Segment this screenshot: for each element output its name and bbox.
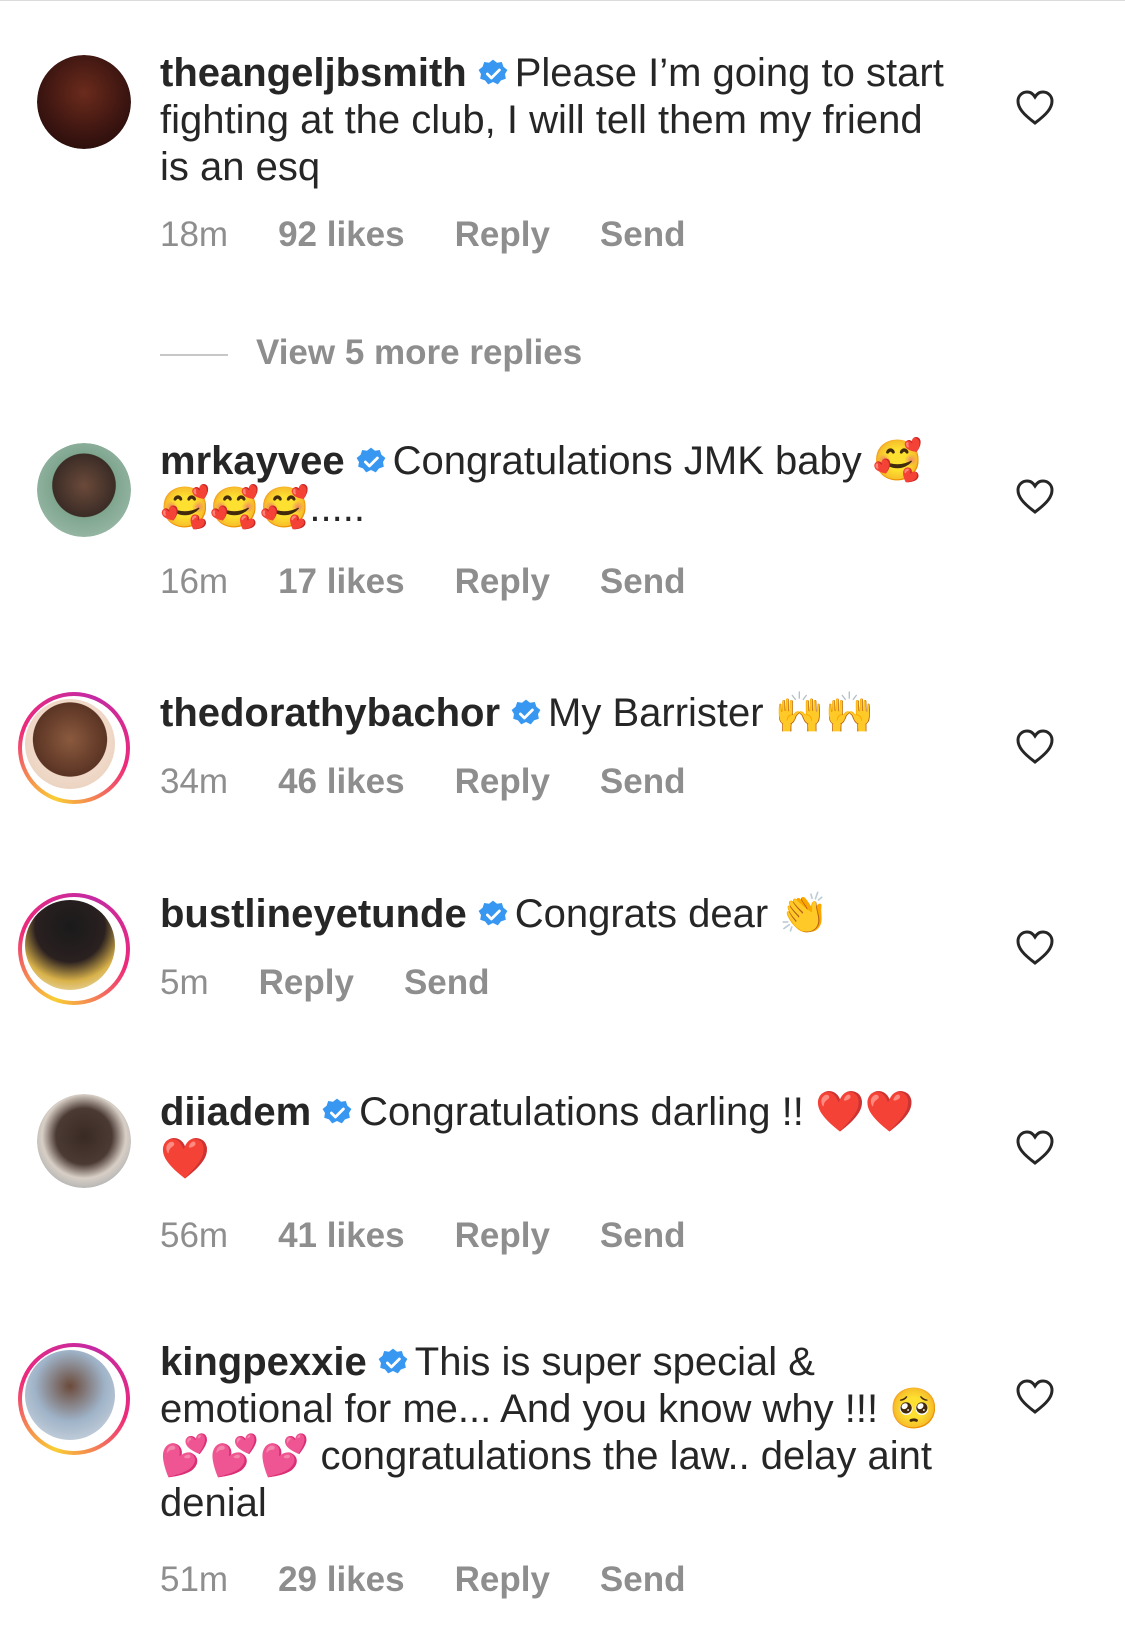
comment-text-block: thedorathybachor My Barrister 🙌🙌 — [160, 690, 950, 737]
reply-button[interactable]: Reply — [259, 963, 354, 1002]
avatar — [25, 900, 115, 990]
comment-meta: 5m Reply Send — [160, 963, 540, 1003]
avatar[interactable] — [37, 443, 131, 537]
comment-username[interactable]: theangeljbsmith — [160, 51, 467, 95]
verified-badge-icon — [511, 699, 541, 725]
comment-meta: 34m 46 likes Reply Send — [160, 762, 735, 802]
avatar-story-ring[interactable] — [18, 1343, 130, 1455]
like-heart-icon[interactable] — [1015, 1128, 1055, 1168]
view-more-replies[interactable]: View 5 more replies — [160, 333, 582, 373]
comment-time: 34m — [160, 762, 229, 801]
send-button[interactable]: Send — [600, 215, 686, 254]
verified-badge-icon — [322, 1098, 352, 1124]
comment-time: 18m — [160, 215, 229, 254]
comment-meta: 16m 17 likes Reply Send — [160, 562, 735, 602]
likes-count[interactable]: 29 likes — [278, 1560, 405, 1599]
like-heart-icon[interactable] — [1015, 1377, 1055, 1417]
like-heart-icon[interactable] — [1015, 727, 1055, 767]
send-button[interactable]: Send — [404, 963, 490, 1002]
comment-time: 5m — [160, 963, 209, 1002]
comment-username[interactable]: bustlineyetunde — [160, 892, 467, 936]
comment-time: 56m — [160, 1216, 229, 1255]
reply-button[interactable]: Reply — [455, 1216, 550, 1255]
likes-count[interactable]: 46 likes — [278, 762, 405, 801]
comment-text-block: kingpexxie This is super special & emotio… — [160, 1339, 950, 1527]
verified-badge-icon — [356, 447, 386, 473]
comment-meta: 56m 41 likes Reply Send — [160, 1216, 735, 1256]
send-button[interactable]: Send — [600, 1560, 686, 1599]
likes-count[interactable]: 17 likes — [278, 562, 405, 601]
comment-time: 51m — [160, 1560, 229, 1599]
reply-button[interactable]: Reply — [455, 562, 550, 601]
avatar — [25, 1350, 115, 1440]
comment-meta: 18m 92 likes Reply Send — [160, 215, 735, 255]
comment-body: My Barrister 🙌🙌 — [548, 691, 875, 735]
verified-badge-icon — [478, 900, 508, 926]
comment-text-block: diiadem Congratulations darling !! ❤️❤️❤️ — [160, 1089, 950, 1183]
likes-count[interactable]: 41 likes — [278, 1216, 405, 1255]
like-heart-icon[interactable] — [1015, 88, 1055, 128]
comment-text-block: theangeljbsmith Please I’m going to start… — [160, 50, 950, 191]
send-button[interactable]: Send — [600, 1216, 686, 1255]
replies-divider — [160, 353, 228, 356]
comment-text-block: bustlineyetunde Congrats dear 👏 — [160, 891, 950, 938]
comment-meta: 51m 29 likes Reply Send — [160, 1560, 735, 1600]
comment-text-block: mrkayvee Congratulations JMK baby 🥰🥰🥰🥰...… — [160, 438, 950, 532]
avatar[interactable] — [37, 1094, 131, 1188]
comment-body: Congrats dear 👏 — [514, 892, 830, 936]
avatar[interactable] — [37, 55, 131, 149]
verified-badge-icon — [378, 1348, 408, 1374]
comment-time: 16m — [160, 562, 229, 601]
send-button[interactable]: Send — [600, 562, 686, 601]
likes-count[interactable]: 92 likes — [278, 215, 405, 254]
comment-username[interactable]: diiadem — [160, 1090, 311, 1134]
verified-badge-icon — [478, 59, 508, 85]
reply-button[interactable]: Reply — [455, 1560, 550, 1599]
like-heart-icon[interactable] — [1015, 928, 1055, 968]
like-heart-icon[interactable] — [1015, 477, 1055, 517]
comment-username[interactable]: mrkayvee — [160, 439, 345, 483]
comment-username[interactable]: kingpexxie — [160, 1340, 367, 1384]
send-button[interactable]: Send — [600, 762, 686, 801]
reply-button[interactable]: Reply — [455, 762, 550, 801]
reply-button[interactable]: Reply — [455, 215, 550, 254]
avatar-story-ring[interactable] — [18, 692, 130, 804]
avatar-story-ring[interactable] — [18, 893, 130, 1005]
comment-username[interactable]: thedorathybachor — [160, 691, 500, 735]
top-divider — [0, 0, 1125, 1]
avatar — [25, 699, 115, 789]
view-more-replies-label[interactable]: View 5 more replies — [256, 333, 582, 372]
